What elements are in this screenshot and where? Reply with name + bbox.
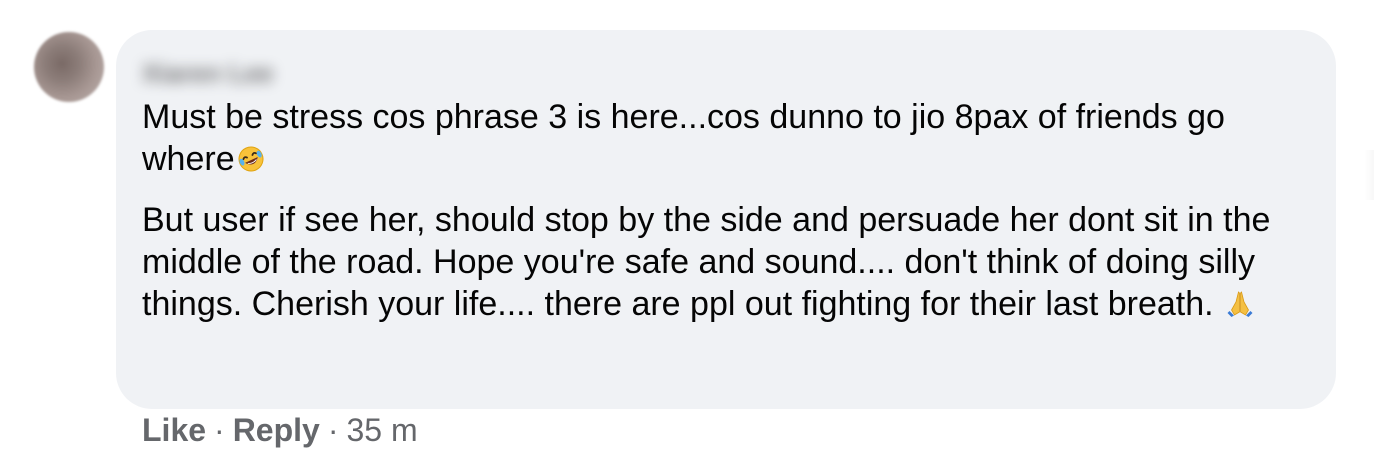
like-link[interactable]: Like — [142, 412, 206, 448]
laughing-emoji-icon — [237, 141, 265, 183]
comment-bubble: Xiaren Lee Must be stress cos phrase 3 i… — [116, 30, 1336, 409]
comment-author-row: Xiaren Lee — [142, 58, 1312, 88]
comment-paragraph-1: Must be stress cos phrase 3 is here...co… — [142, 96, 1312, 183]
action-separator: · — [327, 412, 339, 448]
action-separator: · — [214, 412, 225, 448]
comment-author-name[interactable]: Xiaren Lee — [142, 58, 274, 89]
comment-text-1: Must be stress cos phrase 3 is here...co… — [142, 98, 1225, 178]
comment-text-2: But user if see her, should stop by the … — [142, 201, 1271, 323]
comment-timestamp[interactable]: 35 m — [346, 412, 417, 448]
folded-hands-emoji-icon — [1225, 286, 1255, 328]
comment-paragraph-2: But user if see her, should stop by the … — [142, 199, 1312, 328]
right-edge-shadow — [1364, 150, 1374, 200]
comment-actions-row: Like · Reply · 35 m — [142, 410, 418, 450]
commenter-avatar[interactable] — [34, 32, 104, 102]
reply-link[interactable]: Reply — [233, 412, 320, 448]
